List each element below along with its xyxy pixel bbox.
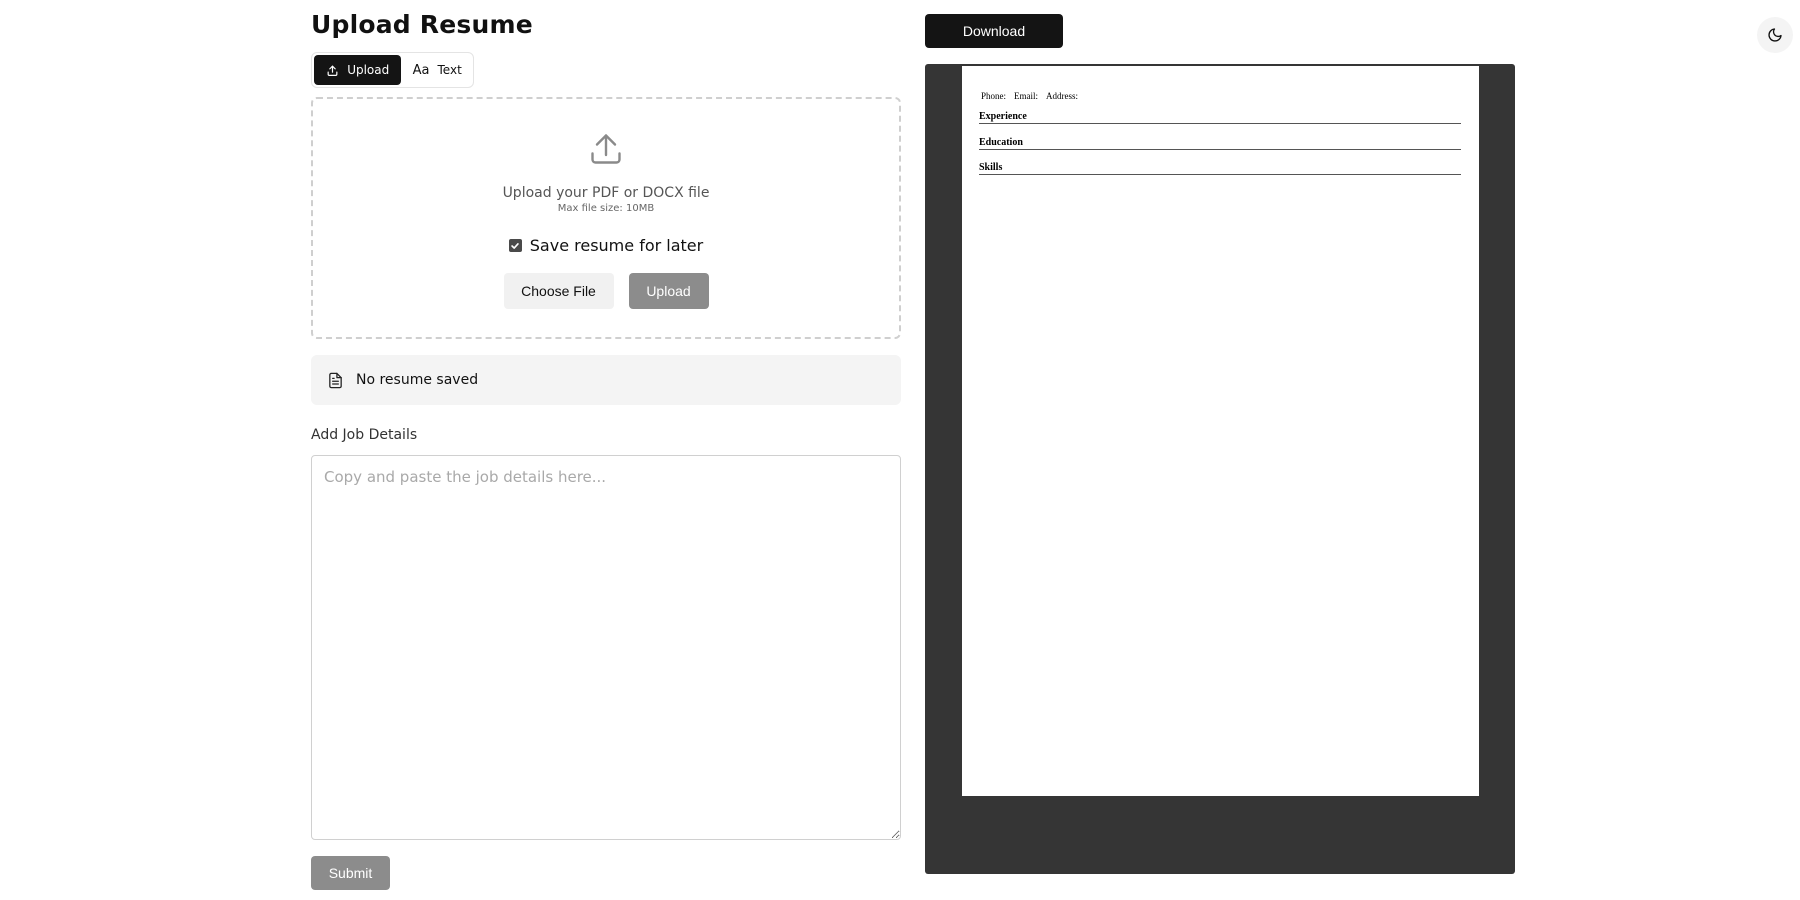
resume-preview-page: Phone: Email: Address: Experience Educat… (962, 66, 1479, 796)
resume-preview-panel: Phone: Email: Address: Experience Educat… (925, 64, 1515, 874)
tab-upload-label: Upload (347, 63, 390, 77)
save-resume-checkbox[interactable] (508, 239, 522, 252)
preview-email-label: Email: (1014, 91, 1039, 101)
mode-tabs: Upload Aa Text (311, 52, 474, 88)
save-resume-row: Save resume for later (313, 236, 899, 255)
preview-section-education: Education (979, 137, 1461, 150)
download-button[interactable]: Download (925, 14, 1063, 48)
upload-icon (326, 64, 339, 77)
dropzone-subtitle: Max file size: 10MB (557, 203, 655, 214)
moon-icon (1767, 27, 1783, 43)
choose-file-button[interactable]: Choose File (503, 273, 614, 309)
theme-toggle-button[interactable] (1757, 17, 1793, 53)
tab-text-label: Text (437, 63, 462, 77)
tab-text[interactable]: Aa Text (403, 55, 471, 85)
resume-status: No resume saved (311, 355, 901, 405)
dropzone-buttons: Choose File Upload (313, 273, 899, 309)
preview-section-skills: Skills (979, 162, 1461, 175)
aa-text-icon: Aa (412, 62, 430, 78)
preview-contact-line: Phone: Email: Address: (981, 91, 1078, 101)
tab-upload[interactable]: Upload (314, 55, 402, 85)
document-icon (327, 371, 344, 390)
job-details-input[interactable] (311, 455, 901, 840)
resume-status-text: No resume saved (356, 372, 479, 388)
page-title: Upload Resume (311, 10, 533, 39)
upload-dropzone[interactable]: Upload your PDF or DOCX file Max file si… (311, 97, 901, 339)
dropzone-title: Upload your PDF or DOCX file (502, 185, 710, 201)
job-details-label: Add Job Details (311, 427, 418, 443)
preview-section-experience: Experience (979, 111, 1461, 124)
preview-phone-label: Phone: (981, 91, 1007, 101)
submit-button[interactable]: Submit (311, 856, 390, 890)
upload-button[interactable]: Upload (628, 273, 709, 309)
upload-large-icon (313, 131, 899, 167)
preview-address-label: Address: (1046, 91, 1079, 101)
save-resume-label[interactable]: Save resume for later (530, 236, 703, 255)
